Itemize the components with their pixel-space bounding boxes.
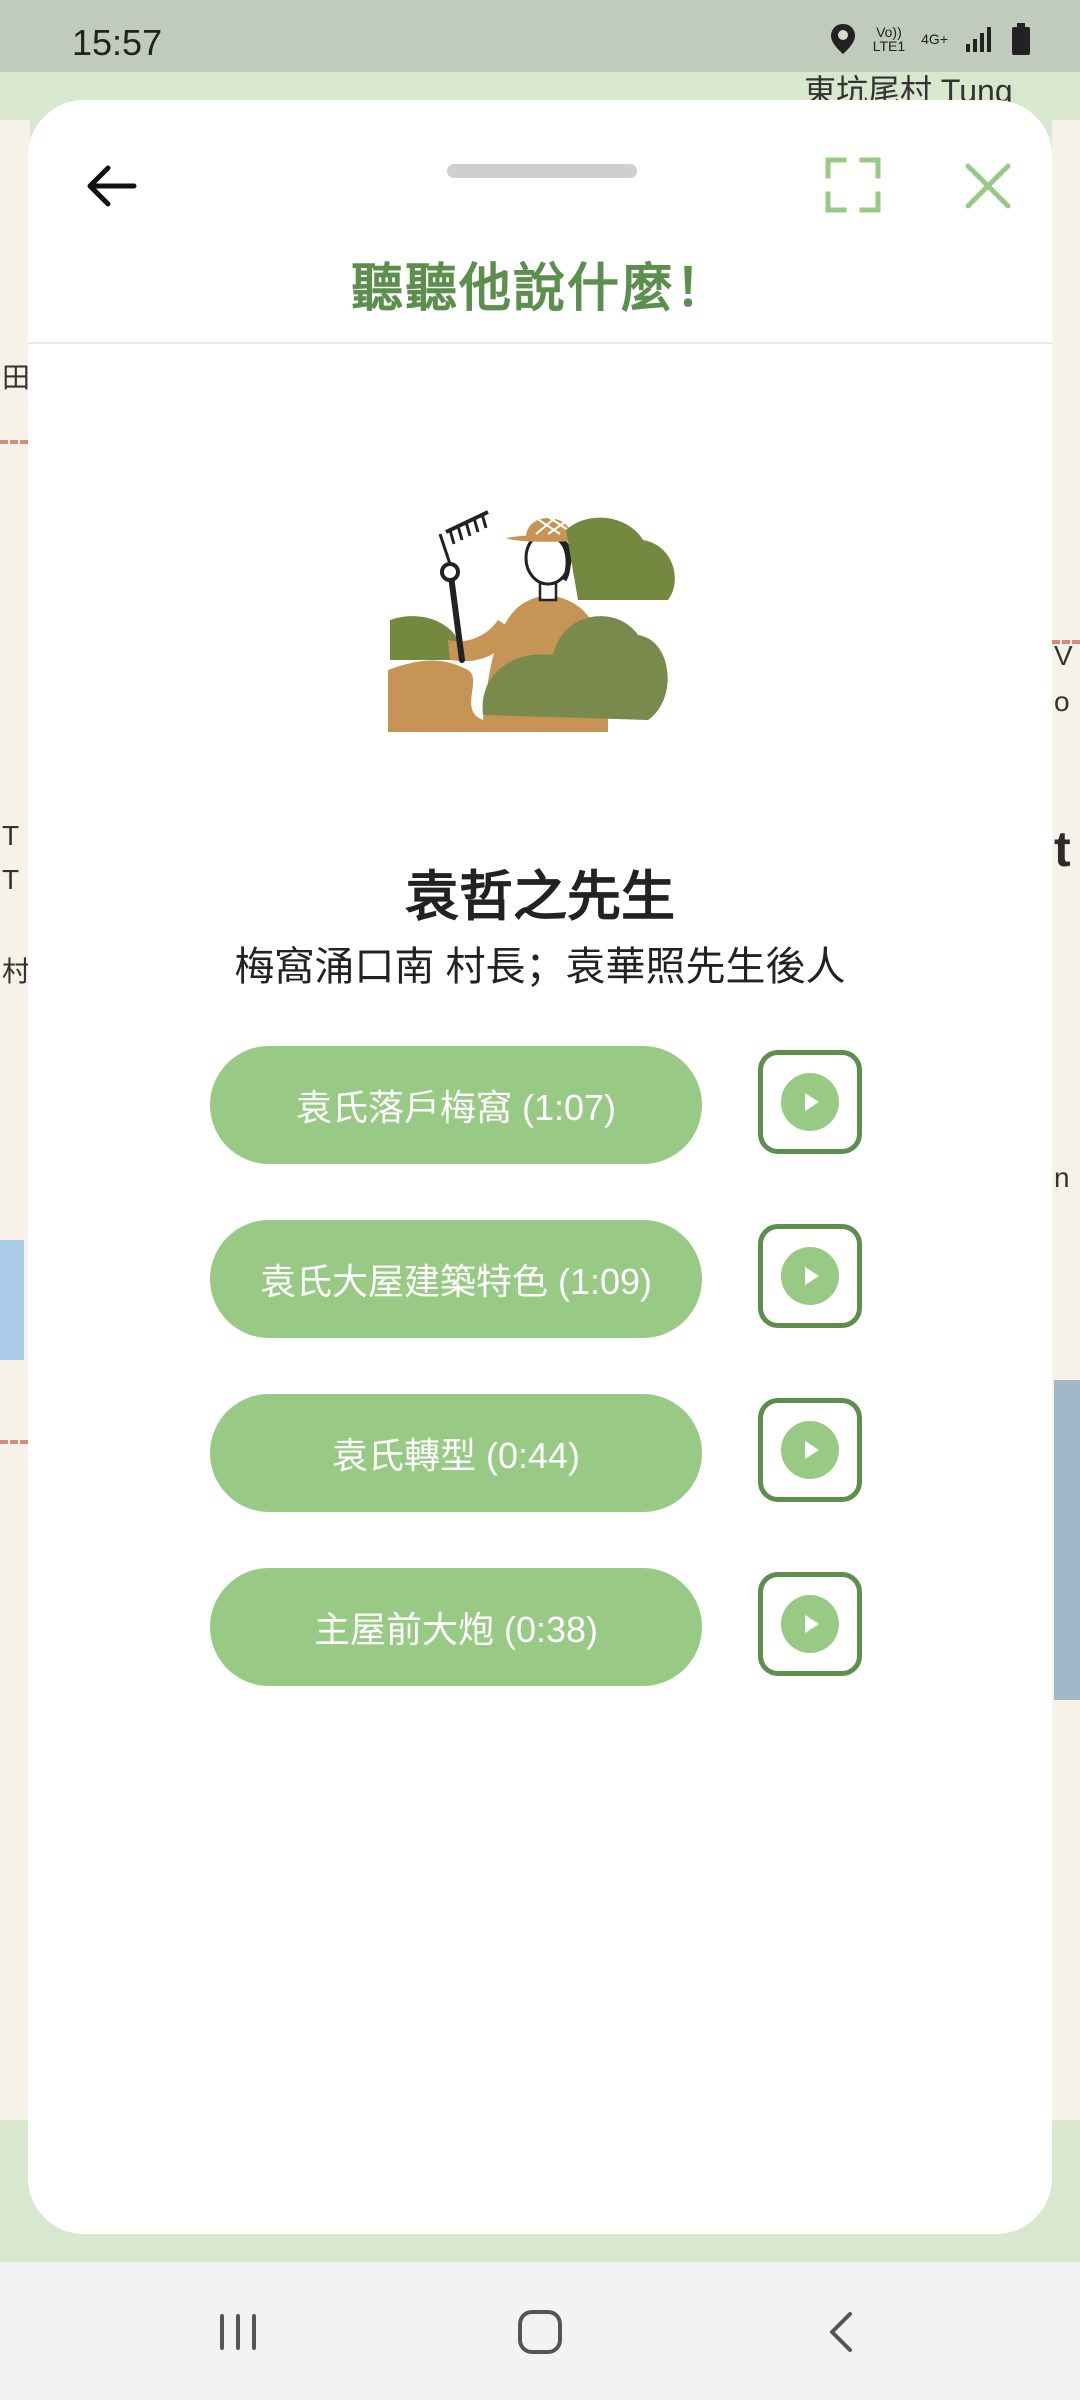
location-icon [830, 24, 855, 54]
lte-label: LTE1 [872, 38, 906, 54]
clip-button[interactable]: 袁氏大屋建築特色 (1:09) [210, 1220, 702, 1338]
close-button[interactable] [948, 146, 1028, 226]
map-label: V [1054, 640, 1073, 671]
play-icon [781, 1595, 839, 1653]
nav-back-button[interactable] [812, 2302, 872, 2362]
expand-icon [825, 157, 881, 213]
volte-label: Vo)) [876, 24, 902, 40]
clip-row: 袁氏落戶梅窩 (1:07) [210, 1046, 870, 1166]
home-button[interactable] [510, 2302, 570, 2362]
play-button[interactable] [758, 1398, 862, 1502]
panel-title: 聽聽他說什麼！ [350, 260, 729, 318]
play-icon [781, 1073, 839, 1131]
map-label: n [1054, 1162, 1070, 1193]
back-button[interactable] [72, 146, 152, 226]
play-button[interactable] [758, 1224, 862, 1328]
clip-row: 主屋前大炮 (0:38) [210, 1568, 870, 1688]
status-bar: 15:57 Vo)) LTE1 4G+ [0, 0, 1080, 72]
play-icon [781, 1421, 839, 1479]
recents-icon [220, 2314, 256, 2350]
system-nav-bar [0, 2262, 1080, 2400]
arrow-left-icon [87, 165, 137, 207]
clip-button[interactable]: 主屋前大炮 (0:38) [210, 1568, 702, 1686]
map-label: T [2, 820, 20, 851]
close-icon [965, 163, 1011, 209]
expand-button[interactable] [818, 150, 888, 220]
map-label: o [1054, 686, 1070, 717]
play-button[interactable] [758, 1050, 862, 1154]
recents-button[interactable] [208, 2302, 268, 2362]
drag-handle[interactable] [447, 164, 637, 178]
clip-button[interactable]: 袁氏落戶梅窩 (1:07) [210, 1046, 702, 1164]
map-label: 村 [2, 956, 31, 987]
clip-row: 袁氏轉型 (0:44) [210, 1394, 870, 1514]
clip-row: 袁氏大屋建築特色 (1:09) [210, 1220, 870, 1340]
map-label: T [2, 864, 20, 895]
panel-header: 聽聽他說什麼！ [28, 100, 1052, 344]
farmer-with-rake-illustration [388, 510, 675, 732]
clip-button[interactable]: 袁氏轉型 (0:44) [210, 1394, 702, 1512]
play-icon [781, 1247, 839, 1305]
volte-indicator: Vo)) LTE1 [873, 25, 905, 53]
person-name: 袁哲之先生 [405, 867, 675, 927]
battery-icon [1012, 23, 1030, 55]
status-icons: Vo)) LTE1 4G+ [829, 22, 1032, 56]
play-button[interactable] [758, 1572, 862, 1676]
signal-icon [966, 27, 991, 52]
audio-panel: 聽聽他說什麼！ 袁哲之先生 梅窩涌口南 村長；袁華照先生後人 袁氏落戶梅窩 (1… [28, 100, 1052, 2234]
network-type: 4G+ [921, 31, 948, 47]
map-label: 田 [2, 362, 31, 393]
home-icon [518, 2310, 562, 2354]
person-description: 梅窩涌口南 村長；袁華照先生後人 [234, 945, 846, 989]
back-icon [830, 2312, 852, 2352]
status-time: 15:57 [72, 22, 163, 63]
map-label: t [1054, 821, 1071, 877]
